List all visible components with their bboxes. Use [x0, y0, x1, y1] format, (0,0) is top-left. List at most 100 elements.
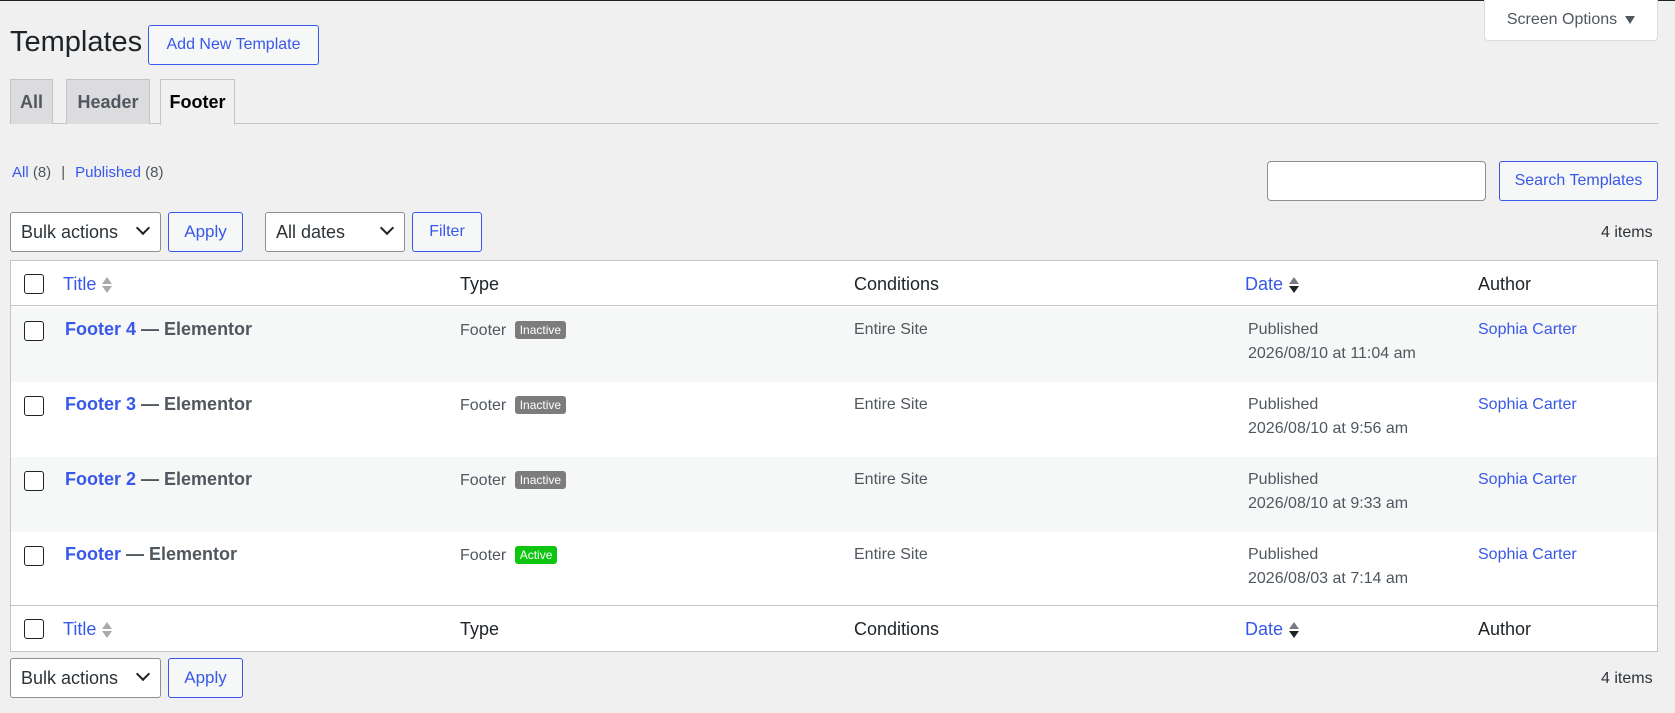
- filter-button[interactable]: Filter: [412, 212, 482, 252]
- row-type-label: Footer: [460, 472, 507, 489]
- row-title-link[interactable]: Footer 4: [65, 319, 136, 339]
- sort-icon: [102, 621, 113, 639]
- row-title-suffix: — Elementor: [141, 394, 253, 414]
- row-date: 2026/08/10 at 9:33 am: [1248, 495, 1409, 512]
- table-row: Footer 2 — Elementor Footer Inactive Ent…: [11, 457, 1657, 532]
- row-title: Footer 3 — Elementor: [65, 394, 252, 415]
- screen-options-label: Screen Options: [1506, 11, 1618, 28]
- view-published-count: (8): [145, 164, 164, 181]
- row-title-suffix: — Elementor: [126, 544, 238, 564]
- views-separator: |: [61, 164, 66, 181]
- templates-table: Title Type Conditions Date Author Footer…: [10, 260, 1658, 652]
- table-row: Footer — Elementor Footer Active Entire …: [11, 532, 1657, 607]
- row-title-suffix: — Elementor: [141, 319, 253, 339]
- column-author-bottom: Author: [1478, 619, 1532, 639]
- row-type-label: Footer: [460, 397, 507, 414]
- items-count-top: 4 items: [1601, 224, 1653, 241]
- table-header: Title Type Conditions Date Author: [11, 261, 1657, 306]
- chevron-down-icon: [135, 666, 151, 682]
- apply-button-top[interactable]: Apply: [168, 212, 243, 252]
- row-date-status: Published: [1248, 396, 1319, 413]
- bulk-actions-select-top[interactable]: Bulk actions: [10, 212, 161, 252]
- row-title-suffix: — Elementor: [141, 469, 253, 489]
- sort-desc-icon: [1289, 276, 1300, 294]
- column-conditions-bottom: Conditions: [854, 619, 940, 639]
- row-date-status: Published: [1248, 471, 1319, 488]
- template-type-tabs: All Header Footer: [10, 79, 1658, 125]
- tab-all[interactable]: All: [10, 79, 53, 124]
- row-title: Footer — Elementor: [65, 544, 237, 565]
- status-badge: Inactive: [514, 471, 567, 489]
- column-type: Type: [460, 274, 500, 294]
- row-conditions: Entire Site: [854, 471, 928, 488]
- select-all-checkbox-bottom[interactable]: [24, 619, 44, 639]
- search-templates-button[interactable]: Search Templates: [1499, 161, 1658, 201]
- row-author-link[interactable]: Sophia Carter: [1478, 471, 1577, 489]
- status-badge: Inactive: [514, 396, 567, 414]
- column-title-label: Title: [63, 619, 97, 639]
- row-date: 2026/08/10 at 9:56 am: [1248, 420, 1409, 437]
- select-all-checkbox[interactable]: [24, 274, 44, 294]
- top-border: [0, 0, 1675, 1]
- row-type-label: Footer: [460, 322, 507, 339]
- row-type: Footer Active: [460, 546, 558, 565]
- row-type: Footer Inactive: [460, 471, 567, 490]
- table-footer: Title Type Conditions Date Author: [11, 605, 1657, 651]
- sort-desc-icon: [1289, 621, 1300, 639]
- table-row: Footer 4 — Elementor Footer Inactive Ent…: [11, 307, 1657, 382]
- column-title-sortable-bottom[interactable]: Title: [63, 619, 113, 640]
- dates-select[interactable]: All dates: [265, 212, 405, 252]
- status-views: All (8) | Published (8): [12, 164, 164, 181]
- view-all-count: (8): [32, 164, 52, 181]
- row-type: Footer Inactive: [460, 321, 567, 340]
- view-all-link[interactable]: All: [12, 164, 29, 181]
- row-title-link[interactable]: Footer 2: [65, 469, 136, 489]
- chevron-down-icon: [379, 220, 395, 236]
- dates-value: All dates: [276, 221, 346, 242]
- chevron-down-icon: [135, 220, 151, 236]
- tab-footer[interactable]: Footer: [160, 79, 235, 125]
- column-title-sortable[interactable]: Title: [63, 274, 113, 295]
- row-type-label: Footer: [460, 547, 507, 564]
- row-title: Footer 4 — Elementor: [65, 319, 252, 340]
- items-count-bottom: 4 items: [1601, 670, 1653, 687]
- apply-button-bottom[interactable]: Apply: [168, 658, 243, 698]
- column-date-sortable[interactable]: Date: [1245, 274, 1300, 295]
- status-badge: Active: [514, 546, 558, 564]
- sort-icon: [102, 276, 113, 294]
- search-input[interactable]: [1267, 161, 1486, 201]
- column-date-label: Date: [1245, 619, 1284, 639]
- view-published-link[interactable]: Published: [75, 164, 141, 181]
- row-checkbox[interactable]: [24, 471, 44, 491]
- bulk-actions-select-bottom[interactable]: Bulk actions: [10, 658, 161, 698]
- column-type-bottom: Type: [460, 619, 500, 639]
- row-date-status: Published: [1248, 546, 1319, 563]
- row-author-link[interactable]: Sophia Carter: [1478, 546, 1577, 564]
- row-conditions: Entire Site: [854, 546, 928, 563]
- column-title-label: Title: [63, 274, 97, 294]
- row-conditions: Entire Site: [854, 396, 928, 413]
- row-title-link[interactable]: Footer 3: [65, 394, 136, 414]
- row-date-status: Published: [1248, 321, 1319, 338]
- add-new-template-button[interactable]: Add New Template: [148, 25, 319, 65]
- column-author: Author: [1478, 274, 1532, 294]
- row-conditions: Entire Site: [854, 321, 928, 338]
- row-checkbox[interactable]: [24, 321, 44, 341]
- tab-header[interactable]: Header: [66, 79, 150, 124]
- row-checkbox[interactable]: [24, 546, 44, 566]
- row-title: Footer 2 — Elementor: [65, 469, 252, 490]
- status-badge: Inactive: [514, 321, 567, 339]
- row-checkbox[interactable]: [24, 396, 44, 416]
- row-title-link[interactable]: Footer: [65, 544, 121, 564]
- row-author-link[interactable]: Sophia Carter: [1478, 321, 1577, 339]
- bulk-actions-value: Bulk actions: [21, 667, 119, 688]
- page-title: Templates: [10, 26, 143, 58]
- screen-options-button[interactable]: Screen Options: [1484, 0, 1658, 41]
- row-date: 2026/08/10 at 11:04 am: [1248, 345, 1416, 362]
- column-conditions: Conditions: [854, 274, 940, 294]
- column-date-sortable-bottom[interactable]: Date: [1245, 619, 1300, 640]
- bulk-actions-value: Bulk actions: [21, 221, 119, 242]
- column-date-label: Date: [1245, 274, 1284, 294]
- row-author-link[interactable]: Sophia Carter: [1478, 396, 1577, 414]
- table-row: Footer 3 — Elementor Footer Inactive Ent…: [11, 382, 1657, 457]
